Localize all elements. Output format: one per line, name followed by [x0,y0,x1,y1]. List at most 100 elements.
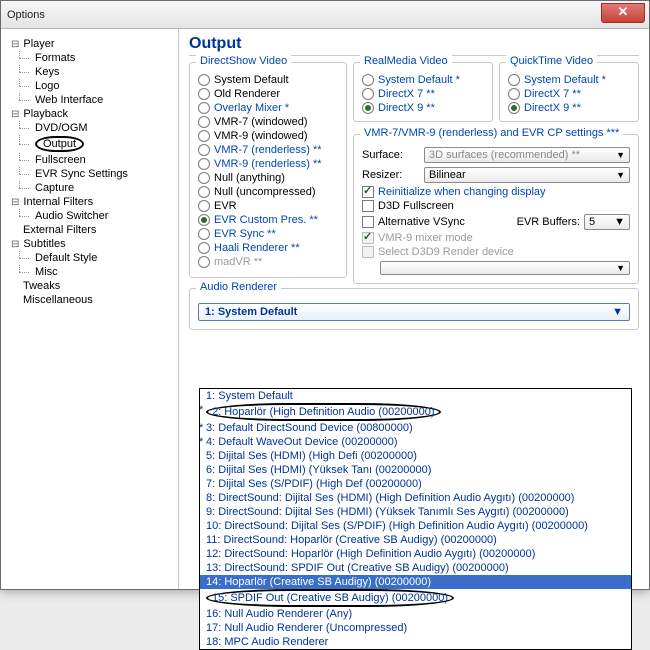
radio-ds-0[interactable]: System Default [198,73,338,87]
radio-label: System Default * [378,74,460,86]
close-button[interactable]: ✕ [601,3,645,23]
radio-label: VMR-9 (renderless) ** [214,158,322,170]
tree-default-style[interactable]: Default Style [5,251,174,265]
radio-label: DirectX 7 ** [378,88,435,100]
radio-ds-12[interactable]: Haali Renderer ** [198,241,338,255]
group-title-quicktime: QuickTime Video [506,55,597,67]
radio-qt-2[interactable]: DirectX 9 ** [508,101,630,115]
radio-qt-0[interactable]: System Default * [508,73,630,87]
dropdown-option-3[interactable]: * 3: Default DirectSound Device (0080000… [200,421,631,435]
altv-checkbox[interactable] [362,216,374,228]
radio-icon [198,242,210,254]
radio-icon [198,88,210,100]
dropdown-option-17[interactable]: 17: Null Audio Renderer (Uncompressed) [200,621,631,635]
tree-evr-sync[interactable]: EVR Sync Settings [5,167,174,181]
evrbuf-combo[interactable]: 5▼ [584,214,630,230]
radio-ds-3[interactable]: VMR-7 (windowed) [198,115,338,129]
reinit-checkbox[interactable] [362,186,374,198]
radio-ds-2[interactable]: Overlay Mixer * [198,101,338,115]
radio-ds-13[interactable]: madVR ** [198,255,338,269]
radio-icon [198,172,210,184]
radio-icon [198,186,210,198]
radio-label: Null (uncompressed) [214,186,315,198]
d3d-checkbox[interactable] [362,200,374,212]
tree-logo[interactable]: Logo [5,79,174,93]
dropdown-option-16[interactable]: 16: Null Audio Renderer (Any) [200,607,631,621]
radio-icon [198,158,210,170]
radio-ds-4[interactable]: VMR-9 (windowed) [198,129,338,143]
mixer-checkbox [362,232,374,244]
tree-output[interactable]: Output [5,135,174,153]
tree-subtitles[interactable]: Subtitles [5,237,174,251]
tree-misc-subtitles[interactable]: Misc [5,265,174,279]
radio-rm-2[interactable]: DirectX 9 ** [362,101,484,115]
radio-ds-5[interactable]: VMR-7 (renderless) ** [198,143,338,157]
resizer-combo[interactable]: Bilinear▼ [424,167,630,183]
dropdown-option-5[interactable]: 5: Dijital Ses (HDMI) (High Defi (002000… [200,449,631,463]
tree-external-filters[interactable]: External Filters [5,223,174,237]
radio-ds-11[interactable]: EVR Sync ** [198,227,338,241]
dropdown-option-4[interactable]: * 4: Default WaveOut Device (00200000) [200,435,631,449]
radio-label: Overlay Mixer * [214,102,289,114]
dropdown-option-1[interactable]: 1: System Default [200,389,631,403]
radio-icon [198,214,210,226]
asterisk-icon: * [199,403,203,417]
chevron-down-icon: ▼ [614,216,625,228]
radio-label: EVR [214,200,237,212]
d3d9-checkbox [362,246,374,258]
radio-icon [198,74,210,86]
group-directshow: DirectShow Video System DefaultOld Rende… [189,62,347,278]
radio-rm-1[interactable]: DirectX 7 ** [362,87,484,101]
tree-fullscreen[interactable]: Fullscreen [5,153,174,167]
radio-ds-10[interactable]: EVR Custom Pres. ** [198,213,338,227]
radio-qt-1[interactable]: DirectX 7 ** [508,87,630,101]
radio-ds-8[interactable]: Null (uncompressed) [198,185,338,199]
dropdown-option-6[interactable]: 6: Dijital Ses (HDMI) (Yüksek Tanı (0020… [200,463,631,477]
radio-icon [198,130,210,142]
dropdown-option-15[interactable]: 15: SPDIF Out (Creative SB Audigy) (0020… [200,589,631,607]
dropdown-option-10[interactable]: 10: DirectSound: Dijital Ses (S/PDIF) (H… [200,519,631,533]
tree-internal-filters[interactable]: Internal Filters [5,195,174,209]
dropdown-option-8[interactable]: 8: DirectSound: Dijital Ses (HDMI) (High… [200,491,631,505]
dropdown-option-7[interactable]: 7: Dijital Ses (S/PDIF) (High Def (00200… [200,477,631,491]
tree-keys[interactable]: Keys [5,65,174,79]
dropdown-option-2[interactable]: * 2: Hoparlör (High Definition Audio (00… [200,403,631,421]
radio-label: VMR-7 (windowed) [214,116,308,128]
dropdown-option-11[interactable]: 11: DirectSound: Hoparlör (Creative SB A… [200,533,631,547]
d3d9-label: Select D3D9 Render device [378,246,514,258]
radio-icon [198,256,210,268]
dropdown-option-18[interactable]: 18: MPC Audio Renderer [200,635,631,649]
audio-renderer-dropdown[interactable]: 1: System Default* 2: Hoparlör (High Def… [199,388,632,650]
surface-label: Surface: [362,149,418,161]
altv-label: Alternative VSync [378,216,465,228]
tree-playback[interactable]: Playback [5,107,174,121]
d3d9-device-combo[interactable]: ▼ [380,261,630,275]
dropdown-option-9[interactable]: 9: DirectSound: Dijital Ses (HDMI) (Yüks… [200,505,631,519]
radio-ds-9[interactable]: EVR [198,199,338,213]
radio-icon [508,102,520,114]
radio-ds-7[interactable]: Null (anything) [198,171,338,185]
chevron-down-icon: ▼ [616,263,625,273]
group-title-audio: Audio Renderer [196,281,281,293]
tree-capture[interactable]: Capture [5,181,174,195]
tree-player[interactable]: Player [5,37,174,51]
radio-ds-1[interactable]: Old Renderer [198,87,338,101]
titlebar: Options ✕ [1,1,649,29]
circled-highlight: 15: SPDIF Out (Creative SB Audigy) (0020… [206,589,454,607]
tree-audio-switcher[interactable]: Audio Switcher [5,209,174,223]
dropdown-option-13[interactable]: 13: DirectSound: SPDIF Out (Creative SB … [200,561,631,575]
evrbuf-label: EVR Buffers: [517,216,580,228]
surface-combo[interactable]: 3D surfaces (recommended) **▼ [424,147,630,163]
tree-tweaks[interactable]: Tweaks [5,279,174,293]
tree-formats[interactable]: Formats [5,51,174,65]
radio-icon [362,74,374,86]
dropdown-option-14[interactable]: 14: Hoparlör (Creative SB Audigy) (00200… [200,575,631,589]
chevron-down-icon: ▼ [612,306,623,318]
tree-web-interface[interactable]: Web Interface [5,93,174,107]
tree-dvd-ogm[interactable]: DVD/OGM [5,121,174,135]
audio-renderer-combo[interactable]: 1: System Default ▼ [198,303,630,321]
radio-rm-0[interactable]: System Default * [362,73,484,87]
tree-miscellaneous[interactable]: Miscellaneous [5,293,174,307]
radio-ds-6[interactable]: VMR-9 (renderless) ** [198,157,338,171]
dropdown-option-12[interactable]: 12: DirectSound: Hoparlör (High Definiti… [200,547,631,561]
